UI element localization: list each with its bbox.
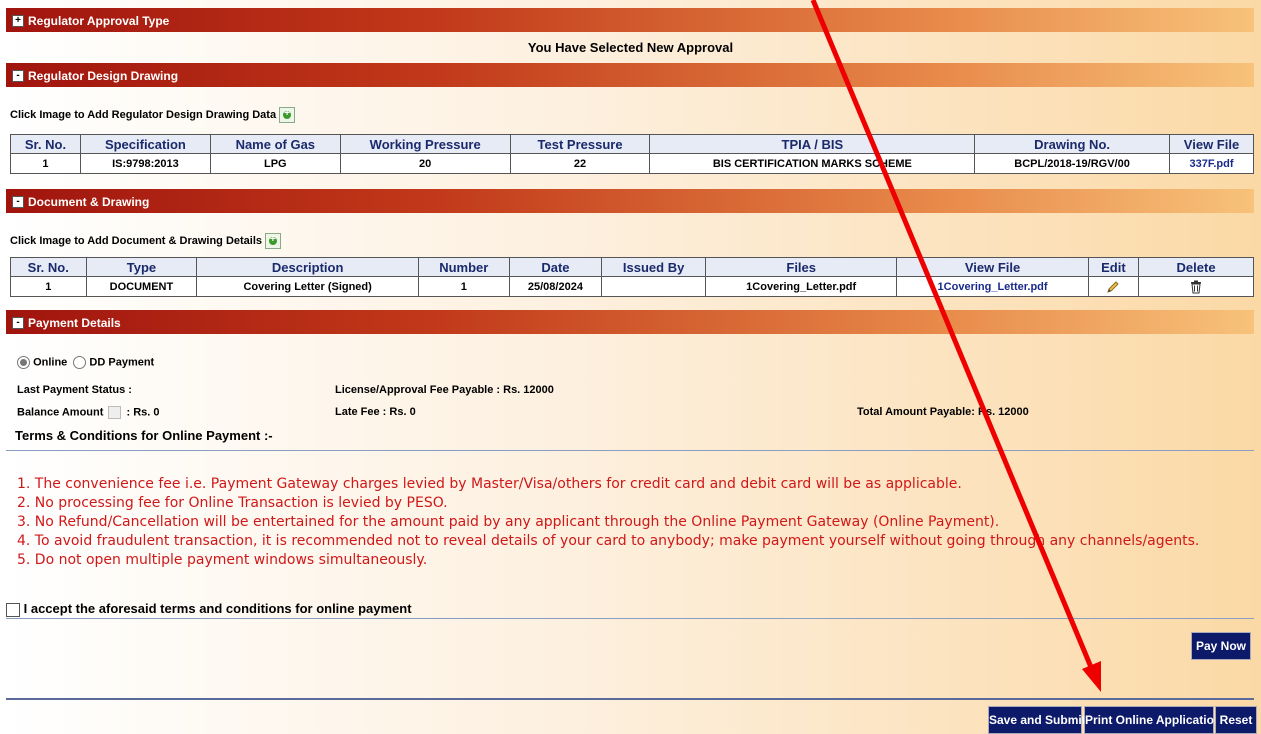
col-header: View File: [1169, 134, 1254, 154]
document-drawing-table: Sr. No. Type Description Number Date Iss…: [10, 257, 1254, 297]
add-document-label: Click Image to Add Document & Drawing De…: [10, 234, 263, 247]
edit-pencil-icon[interactable]: [1106, 280, 1120, 294]
terms-title: Terms & Conditions for Online Payment :-: [15, 428, 273, 443]
cell-date: 25/08/2024: [508, 276, 603, 297]
add-document-icon[interactable]: [265, 233, 282, 249]
pay-now-button[interactable]: Pay Now: [1191, 632, 1251, 660]
collapse-toggle-icon[interactable]: -: [12, 316, 24, 329]
col-header: Number: [417, 257, 510, 277]
print-application-button[interactable]: Print Online Application: [1084, 706, 1221, 734]
col-header: Drawing No.: [974, 134, 1170, 154]
cell-sr-no: 1: [10, 276, 87, 297]
term-item: 2. No processing fee for Online Transact…: [17, 495, 448, 511]
cell-specification: IS:9798:2013: [79, 153, 211, 174]
dd-payment-label: DD Payment: [89, 356, 155, 369]
reset-button[interactable]: Reset: [1215, 706, 1257, 734]
cell-type: DOCUMENT: [85, 276, 198, 297]
col-header: View File: [896, 257, 1089, 277]
approval-type-title: Regulator Approval Type: [28, 13, 170, 28]
view-file-link[interactable]: 337F.pdf: [1169, 153, 1254, 174]
accept-terms-checkbox[interactable]: [6, 602, 20, 617]
add-design-label: Click Image to Add Regulator Design Draw…: [10, 108, 277, 121]
table-row: 1 DOCUMENT Covering Letter (Signed) 1 25…: [10, 276, 1254, 297]
payment-details-header[interactable]: - Payment Details: [6, 310, 1254, 334]
accept-terms-label: I accept the aforesaid terms and conditi…: [23, 601, 412, 616]
add-design-data-icon[interactable]: [279, 107, 296, 123]
cell-sr-no: 1: [10, 153, 81, 174]
cell-working-pressure: 20: [339, 153, 511, 174]
accept-terms-row: I accept the aforesaid terms and conditi…: [6, 601, 412, 617]
delete-cell: [1138, 276, 1254, 297]
payment-mode-group: Online DD Payment: [17, 356, 154, 369]
late-fee: Late Fee : Rs. 0: [335, 406, 416, 418]
col-header: TPIA / BIS: [649, 134, 976, 154]
terms-list: 1. The convenience fee i.e. Payment Gate…: [17, 475, 1199, 570]
term-item: 4. To avoid fraudulent transaction, it i…: [17, 533, 1200, 549]
col-header: Edit: [1087, 257, 1140, 277]
approval-type-header[interactable]: + Regulator Approval Type: [6, 8, 1254, 32]
col-header: Type: [85, 257, 198, 277]
cell-files: 1Covering_Letter.pdf: [704, 276, 898, 297]
cell-description: Covering Letter (Signed): [196, 276, 419, 297]
col-header: Delete: [1138, 257, 1254, 277]
cell-test-pressure: 22: [509, 153, 651, 174]
balance-checkbox[interactable]: [108, 406, 122, 419]
term-item: 3. No Refund/Cancellation will be entert…: [17, 514, 1000, 530]
divider: [6, 618, 1254, 619]
document-drawing-title: Document & Drawing: [28, 194, 150, 209]
dd-payment-radio[interactable]: [73, 356, 87, 369]
table-header-row: Sr. No. Specification Name of Gas Workin…: [10, 134, 1254, 154]
footer-divider: [6, 698, 1254, 700]
balance-value: : Rs. 0: [126, 406, 160, 419]
cell-issued-by: [601, 276, 706, 297]
balance-label: Balance Amount: [17, 406, 104, 419]
table-row: 1 IS:9798:2013 LPG 20 22 BIS CERTIFICATI…: [10, 153, 1254, 174]
total-payable: Total Amount Payable: Rs. 12000: [857, 406, 1029, 418]
cell-number: 1: [417, 276, 510, 297]
last-payment-status: Last Payment Status :: [17, 384, 132, 396]
fee-payable: License/Approval Fee Payable : Rs. 12000: [335, 384, 554, 396]
view-file-link[interactable]: 1Covering_Letter.pdf: [896, 276, 1089, 297]
term-item: 5. Do not open multiple payment windows …: [17, 552, 428, 568]
col-header: Test Pressure: [509, 134, 651, 154]
term-item: 1. The convenience fee i.e. Payment Gate…: [17, 476, 962, 492]
table-header-row: Sr. No. Type Description Number Date Iss…: [10, 257, 1254, 277]
edit-cell: [1087, 276, 1140, 297]
col-header: Issued By: [601, 257, 706, 277]
trash-icon[interactable]: [1189, 280, 1203, 294]
col-header: Specification: [79, 134, 211, 154]
col-header: Name of Gas: [209, 134, 341, 154]
col-header: Description: [196, 257, 419, 277]
save-submit-button[interactable]: Save and Submit: [988, 706, 1086, 734]
cell-tpia: BIS CERTIFICATION MARKS SCHEME: [649, 153, 976, 174]
online-radio[interactable]: [17, 356, 30, 369]
online-label: Online: [33, 356, 68, 369]
cell-gas: LPG: [209, 153, 341, 174]
col-header: Sr. No.: [10, 257, 87, 277]
col-header: Sr. No.: [10, 134, 81, 154]
design-drawing-table: Sr. No. Specification Name of Gas Workin…: [10, 134, 1254, 174]
col-header: Working Pressure: [339, 134, 511, 154]
design-drawing-title: Regulator Design Drawing: [28, 68, 179, 83]
collapse-toggle-icon[interactable]: -: [12, 195, 24, 208]
add-design-label-row: Click Image to Add Regulator Design Draw…: [10, 107, 296, 123]
expand-toggle-icon[interactable]: +: [12, 14, 24, 27]
selected-approval-message: You Have Selected New Approval: [527, 40, 734, 55]
collapse-toggle-icon[interactable]: -: [12, 69, 24, 82]
divider: [6, 450, 1254, 451]
col-header: Files: [704, 257, 898, 277]
document-drawing-header[interactable]: - Document & Drawing: [6, 189, 1254, 213]
add-document-label-row: Click Image to Add Document & Drawing De…: [10, 233, 282, 249]
design-drawing-header[interactable]: - Regulator Design Drawing: [6, 63, 1254, 87]
col-header: Date: [508, 257, 603, 277]
balance-row: Balance Amount : Rs. 0: [17, 406, 160, 419]
payment-details-title: Payment Details: [28, 315, 121, 330]
cell-drawing-no: BCPL/2018-19/RGV/00: [974, 153, 1170, 174]
